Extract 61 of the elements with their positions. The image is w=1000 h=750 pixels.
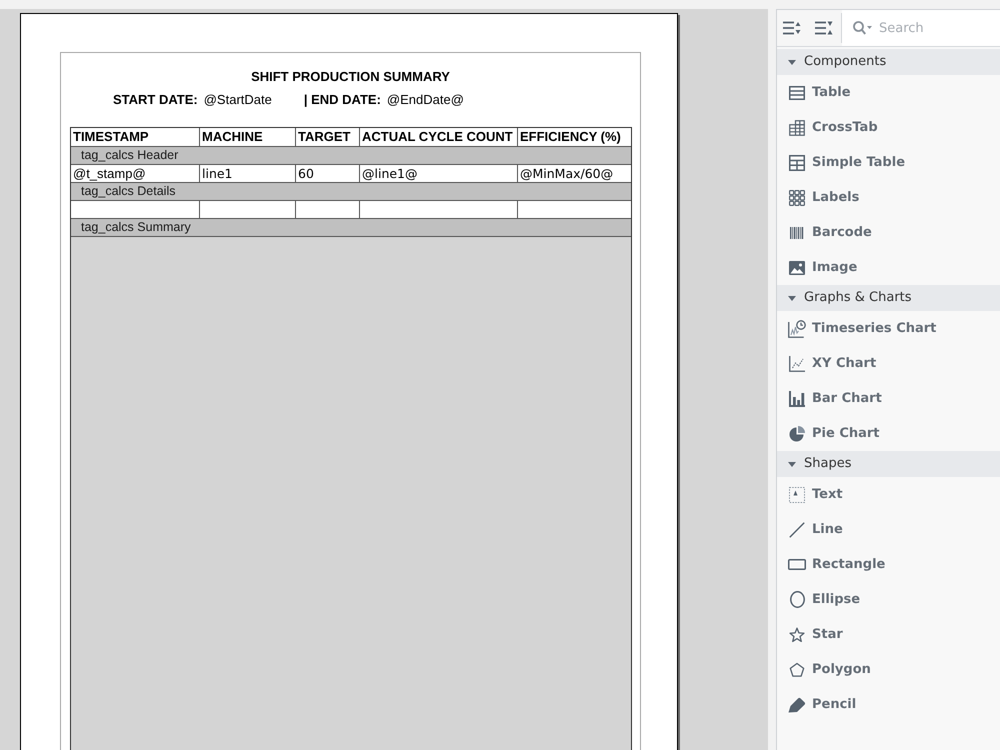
- palette-item[interactable]: Simple Table: [777, 145, 1000, 180]
- band-header: tag_calcs Header: [71, 147, 631, 165]
- line-icon: [789, 522, 805, 538]
- palette-item[interactable]: Pie Chart: [777, 416, 1000, 451]
- palette-item[interactable]: Labels: [777, 180, 1000, 215]
- palette-item[interactable]: Rectangle: [777, 547, 1000, 582]
- column-header: ACTUAL CYCLE COUNT: [360, 128, 518, 146]
- parameter-label: | END DATE:: [304, 91, 381, 110]
- table-cell: @line1@: [360, 165, 518, 182]
- table-cell-text: @MinMax/60@: [519, 165, 614, 182]
- palette-item[interactable]: XY Chart: [777, 346, 1000, 381]
- report-title: SHIFT PRODUCTION SUMMARY: [251, 69, 450, 85]
- palette-item[interactable]: Polygon: [777, 652, 1000, 687]
- search-icon: [853, 21, 872, 35]
- collapse-all-button[interactable]: [815, 21, 833, 35]
- collapse-all-icon: [815, 21, 833, 35]
- chart-clock-icon: [788, 320, 806, 338]
- grid-icon: [789, 154, 805, 170]
- palette-item[interactable]: CrossTab: [777, 110, 1000, 145]
- palette-item[interactable]: Line: [777, 512, 1000, 547]
- palette-item[interactable]: Image: [777, 250, 1000, 285]
- palette-item[interactable]: Table: [777, 75, 1000, 110]
- rectangle-icon: [788, 559, 806, 570]
- palette-item[interactable]: Barcode: [777, 215, 1000, 250]
- circle-icon: [790, 591, 804, 608]
- palette-item[interactable]: Timeseries Chart: [777, 311, 1000, 346]
- bar-chart-icon: [789, 390, 805, 406]
- label-grid-icon: [789, 190, 805, 206]
- line-chart-icon: [789, 356, 805, 372]
- table-cell: line1: [200, 165, 296, 182]
- parameter-label: START DATE:: [113, 91, 198, 110]
- section-header[interactable]: Shapes: [777, 451, 1000, 477]
- palette-item[interactable]: Pencil: [777, 687, 1000, 722]
- palette-item[interactable]: Star: [777, 617, 1000, 652]
- column-header: TIMESTAMP: [71, 128, 200, 146]
- pie-chart-icon: [789, 426, 805, 442]
- expand-all-icon: [783, 21, 801, 35]
- expand-all-button[interactable]: [783, 21, 801, 35]
- barcode-icon: [790, 226, 804, 238]
- table-icon: [789, 86, 805, 100]
- palette-item[interactable]: Ellipse: [777, 582, 1000, 617]
- section-header[interactable]: Components: [777, 49, 1000, 75]
- grid-table-icon: [789, 120, 805, 136]
- band-header: tag_calcs Details: [71, 183, 631, 201]
- section-header[interactable]: Graphs & Charts: [777, 285, 1000, 311]
- table-cell: @t_stamp@: [71, 165, 200, 182]
- parameter-value: @EndDate@: [386, 91, 464, 110]
- table-cell: 60: [296, 165, 360, 182]
- palette-item[interactable]: Text: [777, 477, 1000, 512]
- image-icon: [789, 260, 805, 274]
- palette-item[interactable]: Bar Chart: [777, 381, 1000, 416]
- star-icon: [789, 626, 805, 642]
- column-header: MACHINE: [200, 128, 296, 146]
- text-box-icon: [789, 486, 805, 502]
- parameter-value: @StartDate: [204, 91, 272, 110]
- pen-icon: [788, 696, 806, 712]
- pentagon-icon: [789, 662, 805, 678]
- search-field[interactable]: Search: [842, 10, 1000, 46]
- column-header: EFFICIENCY (%): [519, 128, 622, 146]
- band-header: tag_calcs Summary: [71, 219, 631, 237]
- column-header: TARGET: [296, 128, 360, 146]
